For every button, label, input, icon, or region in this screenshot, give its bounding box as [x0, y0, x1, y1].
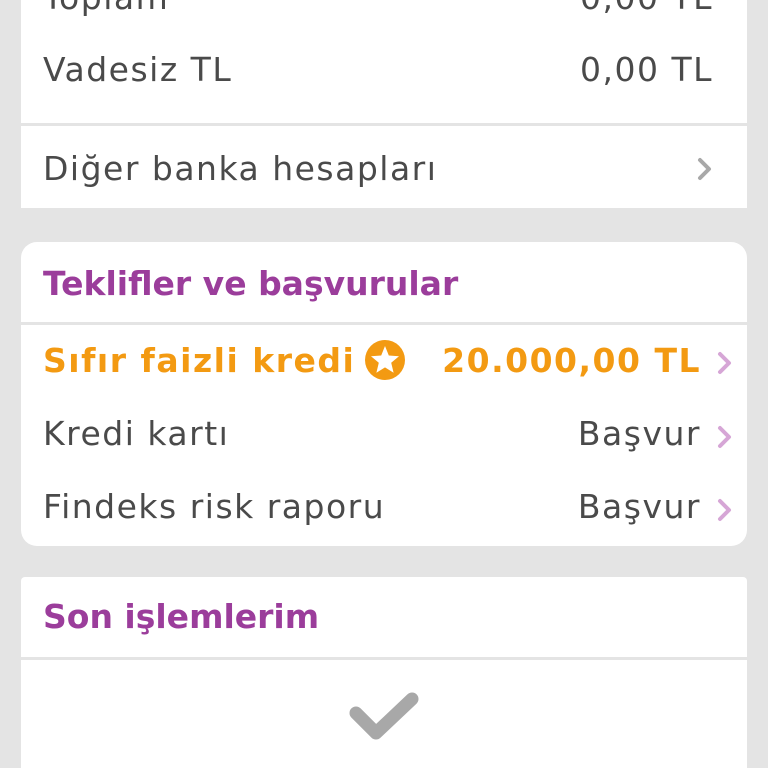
offer-row-findeks-report[interactable]: Findeks risk raporu Başvur	[21, 474, 747, 544]
offers-title: Teklifler ve başvurular	[43, 264, 459, 303]
accounts-card: Toplam 0,00 TL Vadesiz TL 0,00 TL Diğer …	[21, 0, 747, 208]
divider	[21, 657, 747, 660]
transactions-card: Son işlemlerim	[21, 577, 747, 768]
offer-value: 20.000,00 TL	[442, 341, 701, 380]
offer-row-credit-card[interactable]: Kredi kartı Başvur	[21, 402, 747, 472]
offer-label: Findeks risk raporu	[43, 487, 386, 526]
offer-label-text: Sıfır faizli kredi	[43, 341, 356, 380]
chevron-right-icon	[718, 426, 731, 448]
other-bank-accounts-row[interactable]: Diğer banka hesapları	[21, 126, 747, 208]
offer-label: Kredi kartı	[43, 414, 230, 453]
chevron-right-icon	[718, 499, 731, 521]
total-label: Toplam	[43, 0, 169, 17]
offer-value: Başvur	[577, 414, 701, 453]
chevron-right-icon	[718, 352, 731, 374]
star-icon	[365, 339, 406, 380]
offer-value: Başvur	[577, 487, 701, 526]
other-bank-accounts-label: Diğer banka hesapları	[43, 149, 438, 188]
current-account-value: 0,00 TL	[579, 50, 713, 89]
offer-label: Sıfır faizli kredi	[43, 339, 406, 383]
current-account-label: Vadesiz TL	[43, 50, 233, 89]
total-value: 0,00 TL	[580, 0, 713, 17]
chevron-right-icon	[698, 158, 711, 180]
transactions-title: Son işlemlerim	[43, 597, 320, 636]
offers-card: Teklifler ve başvurular Sıfır faizli kre…	[21, 242, 747, 546]
checkmark-icon	[349, 692, 419, 740]
divider	[21, 322, 747, 325]
offer-row-zero-interest-loan[interactable]: Sıfır faizli kredi 20.000,00 TL	[21, 328, 747, 398]
